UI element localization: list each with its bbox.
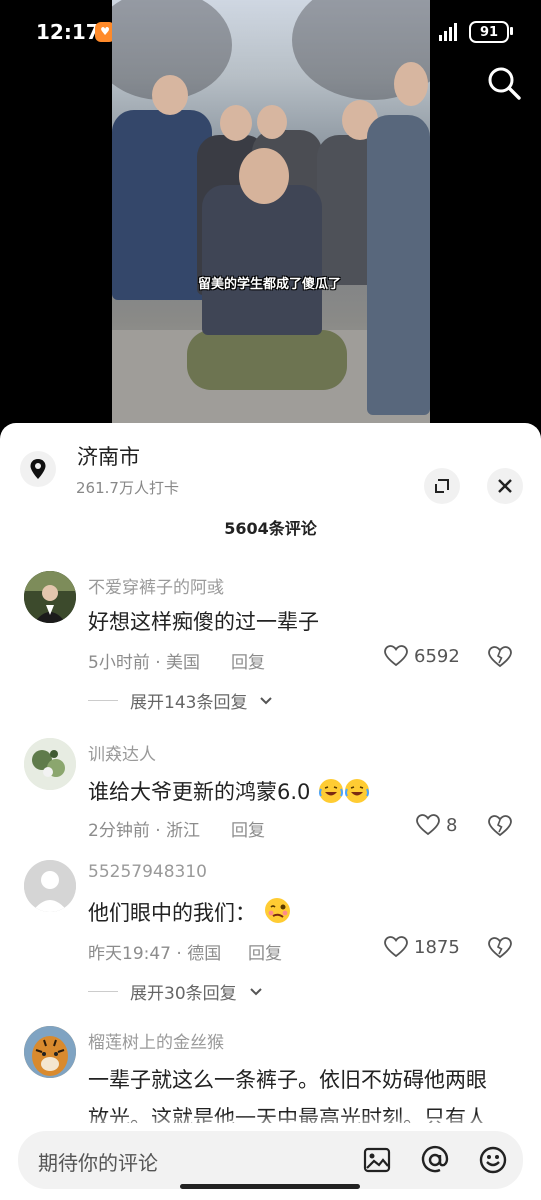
comment-item: 训猋达人 谁给大爷更新的鸿蒙6.0 2分钟前 · 浙江 回复 8 [0,738,541,841]
status-time: 12:17 [36,20,100,44]
comment-username[interactable]: 榴莲树上的金丝猴 [88,1028,224,1053]
comment-text: 好想这样痴傻的过一辈子 [88,610,319,634]
comment-sheet: 济南市 261.7万人打卡 5604条评论 不爱穿裤子的阿彧 好想这样痴傻的过一… [0,423,541,1200]
heart-icon [416,814,440,836]
woozy-face-emoji-icon [264,898,290,923]
comment-meta: 2分钟前 · 浙江 [88,821,201,841]
dislike-icon[interactable] [488,937,512,959]
avatar-image [24,571,76,623]
like-count: 6592 [414,645,460,667]
expand-icon [435,479,449,493]
person-head [220,105,252,141]
location-checkins: 261.7万人打卡 [76,479,179,497]
like-button[interactable]: 8 [416,814,457,836]
comment-input[interactable]: 期待你的评论 [38,1147,158,1176]
heart-icon [384,936,408,958]
comment-item: 不爱穿裤子的阿彧 好想这样痴傻的过一辈子 5小时前 · 美国 回复 6592 展… [0,571,541,719]
home-indicator[interactable] [180,1184,360,1189]
expand-replies-label: 展开143条回复 [130,693,248,713]
comment-text-row: 谁给大爷更新的鸿蒙6.0 [88,776,518,806]
location-row[interactable]: 济南市 261.7万人打卡 [20,441,523,504]
comment-text: 谁给大爷更新的鸿蒙6.0 [88,780,311,804]
comment-meta: 5小时前 · 美国 [88,653,201,673]
comment-text-row: 他们眼中的我们： [88,897,518,927]
person-head [152,75,188,115]
expand-replies-button[interactable]: 展开143条回复 [88,688,273,713]
divider [88,991,118,992]
person-head [394,62,428,106]
avatar-image [24,738,76,790]
video-caption: 留美的学生都成了傻瓜了 [198,277,342,292]
location-pin-icon [30,459,46,479]
avatar[interactable] [24,571,76,623]
dislike-icon[interactable] [488,646,512,668]
tiger-avatar-image [24,1026,76,1078]
like-count: 8 [446,814,458,836]
divider [88,700,118,701]
seated-man-legs [187,330,347,390]
reply-button[interactable]: 回复 [231,648,265,673]
seated-man [202,185,322,335]
comment-text: 他们眼中的我们： [88,901,256,925]
avatar[interactable] [24,738,76,790]
avatar[interactable] [24,860,76,912]
comment-username[interactable]: 55257948310 [88,862,207,882]
comment-count-title: 5604条评论 [224,519,317,538]
close-button[interactable] [487,468,523,504]
location-pin-button[interactable] [20,451,56,487]
person-head [257,105,287,139]
chevron-down-icon [249,987,262,995]
dislike-icon[interactable] [488,815,512,837]
search-icon[interactable] [485,64,523,102]
comment-username[interactable]: 不爱穿裤子的阿彧 [88,573,224,598]
comment-input-bar[interactable]: 期待你的评论 [18,1131,523,1189]
reply-button[interactable]: 回复 [248,939,282,964]
laughing-crying-emoji-icon [319,779,344,803]
reply-button[interactable]: 回复 [231,816,265,841]
default-avatar-icon [24,860,76,912]
battery-level: 91 [479,24,499,40]
video-player[interactable]: 留美的学生都成了傻瓜了 [112,0,430,423]
like-button[interactable]: 1875 [384,936,460,958]
avatar[interactable] [24,1026,76,1078]
at-icon[interactable] [420,1145,450,1175]
expand-button[interactable] [424,468,460,504]
laughing-crying-emoji-icon [345,779,370,803]
person-figure [367,115,430,415]
image-icon[interactable] [362,1145,392,1175]
expand-replies-label: 展开30条回复 [130,984,237,1004]
like-count: 1875 [414,936,460,958]
comment-username[interactable]: 训猋达人 [88,740,156,765]
seated-man-head [239,148,289,204]
heart-icon [384,645,408,667]
battery-icon: 91 [469,21,513,43]
close-icon [498,479,512,493]
emoji-icon[interactable] [478,1145,508,1175]
comment-text-line: 一辈子就这么一条裤子。依旧不妨碍他两眼 [88,1068,487,1092]
comment-item: 55257948310 他们眼中的我们： 昨天19:47 · 德国 回复 187… [0,860,541,1006]
comment-meta: 昨天19:47 · 德国 [88,944,222,964]
comment-item: 榴莲树上的金丝猴 一辈子就这么一条裤子。依旧不妨碍他两眼 放光。这就是他一天中最… [0,1026,541,1126]
like-button[interactable]: 6592 [384,645,460,667]
expand-replies-button[interactable]: 展开30条回复 [88,979,263,1004]
location-title: 济南市 [77,445,140,469]
chevron-down-icon [260,696,273,704]
signal-icon [439,23,457,41]
